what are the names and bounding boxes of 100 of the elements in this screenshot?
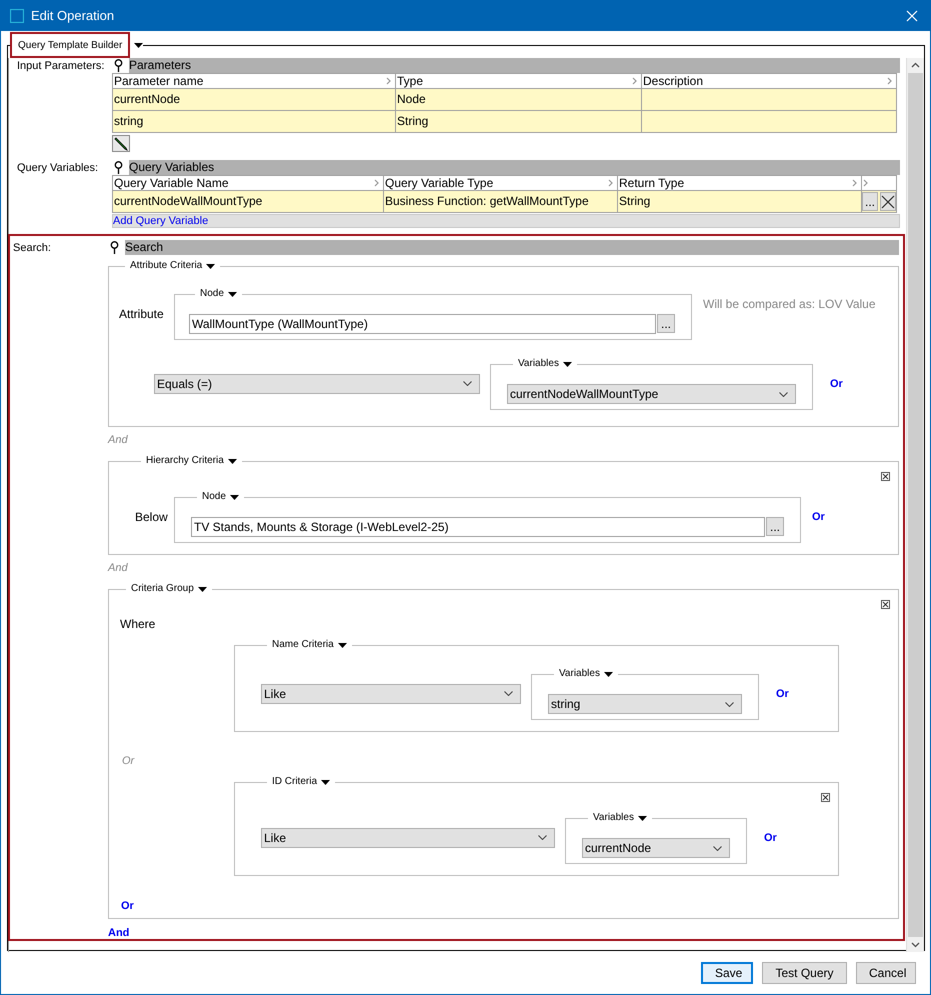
close-icon[interactable]: [881, 472, 890, 481]
column-title: Return Type: [619, 176, 684, 190]
section-label: Input Parameters:: [17, 59, 106, 74]
panel-title: Criteria Group: [131, 582, 194, 596]
caret-icon[interactable]: [562, 362, 572, 366]
panel-title: Variables: [593, 811, 634, 825]
column-header[interactable]: Description: [641, 73, 897, 89]
criteria-label: Attribute: [119, 306, 165, 320]
window-title: Edit Operation: [31, 8, 116, 23]
builder-title[interactable]: Query Template Builder: [10, 32, 130, 58]
or-separator: Or: [122, 754, 136, 768]
section-header: Parameters: [129, 58, 900, 73]
column-header[interactable]: Type: [395, 73, 641, 89]
panel-title: ID Criteria: [272, 775, 318, 789]
caret-icon[interactable]: [230, 494, 239, 500]
column-title: Parameter name: [114, 74, 204, 88]
edit-button[interactable]: [112, 135, 130, 152]
and-separator: And: [108, 433, 129, 447]
section-header: Search: [125, 240, 899, 255]
and-link[interactable]: And: [108, 927, 899, 939]
panel-title: Hierarchy Criteria: [146, 454, 224, 468]
node-field[interactable]: WallMountType (WallMountType): [189, 314, 656, 334]
browse-button[interactable]: ...: [862, 192, 878, 211]
caret-icon[interactable]: [321, 780, 330, 784]
browse-button[interactable]: ...: [657, 314, 675, 333]
table-cell: Node: [395, 89, 641, 111]
pin-icon[interactable]: [110, 241, 119, 254]
chevron-icon: [374, 179, 379, 187]
pin-icon[interactable]: [114, 59, 123, 72]
column-title: Query Variable Name: [114, 176, 228, 190]
table-cell: currentNodeWallMountType: [112, 191, 383, 213]
delete-icon: [881, 194, 895, 208]
section-label: Query Variables:: [17, 161, 100, 176]
caret-icon[interactable]: [638, 816, 647, 820]
browse-button[interactable]: ...: [766, 517, 784, 536]
panel-title: Node: [202, 490, 226, 504]
scrollbar[interactable]: [906, 58, 924, 952]
caret-icon[interactable]: [228, 292, 237, 296]
variable-dropdown[interactable]: currentNode: [582, 838, 730, 858]
variable-dropdown[interactable]: string: [548, 694, 742, 714]
chevron-down-icon: [713, 846, 722, 850]
operator-dropdown[interactable]: Like: [261, 828, 555, 848]
column-header[interactable]: Return Type: [617, 175, 861, 191]
variable-dropdown[interactable]: currentNodeWallMountType: [507, 384, 796, 404]
dialog-button[interactable]: Save: [701, 962, 753, 984]
table-cell: String: [617, 191, 861, 213]
chevron-down-icon: [779, 392, 788, 396]
or-link[interactable]: Or: [830, 378, 843, 390]
caret-icon[interactable]: [338, 642, 347, 648]
window-icon: [10, 8, 24, 22]
or-link[interactable]: Or: [776, 688, 789, 700]
chevron-icon: [386, 77, 391, 85]
panel-title: Attribute Criteria: [130, 259, 202, 273]
dialog-button[interactable]: Cancel: [856, 962, 916, 984]
column-title: Type: [397, 74, 424, 88]
column-header[interactable]: Parameter name: [112, 73, 395, 89]
table-cell: String: [395, 111, 641, 133]
add-query-variable-link[interactable]: Add Query Variable: [113, 215, 208, 227]
chevron-down-icon: [504, 691, 513, 696]
scrollbar-thumb[interactable]: [908, 73, 923, 937]
or-link[interactable]: Or: [121, 900, 898, 912]
section-label: Search:: [13, 241, 52, 256]
delete-button[interactable]: [880, 192, 896, 211]
dialog-button[interactable]: Test Query: [762, 962, 847, 984]
caret-icon[interactable]: [604, 672, 613, 676]
section-header: Query Variables: [129, 160, 900, 175]
caret-icon[interactable]: [206, 264, 216, 268]
panel-title: Variables: [559, 667, 600, 681]
caret-icon[interactable]: [198, 586, 207, 592]
panel-title: Name Criteria: [272, 638, 334, 652]
caret-icon[interactable]: [228, 458, 237, 464]
table-cell: string: [112, 111, 395, 133]
close-icon[interactable]: [821, 793, 830, 802]
node-field[interactable]: TV Stands, Mounts & Storage (I-WebLevel2-25): [191, 517, 765, 537]
column-title: Query Variable Type: [385, 176, 494, 190]
operator-dropdown[interactable]: Equals (=): [154, 374, 480, 394]
panel-title: Node: [200, 287, 224, 301]
chevron-down-icon: [463, 381, 472, 386]
column-header[interactable]: Query Variable Name: [112, 175, 383, 191]
table-cell: Business Function: getWallMountType: [383, 191, 617, 213]
panel-title: Variables: [518, 357, 559, 371]
chevron-icon: [887, 77, 892, 85]
chevron-icon: [608, 179, 613, 187]
chevron-down-icon: [538, 835, 547, 840]
pencil-icon: [114, 136, 128, 150]
close-icon[interactable]: [881, 600, 890, 609]
criteria-label: Below: [135, 510, 169, 524]
chevron-down-icon: [725, 702, 734, 706]
caret-icon[interactable]: [134, 42, 144, 48]
pin-icon[interactable]: [114, 161, 123, 174]
column-title: Description: [643, 74, 704, 88]
operator-dropdown[interactable]: Like: [261, 684, 521, 704]
criteria-label: Where: [120, 617, 156, 631]
chevron-icon: [632, 77, 637, 85]
table-cell: currentNode: [112, 89, 395, 111]
or-link[interactable]: Or: [812, 510, 825, 522]
column-header[interactable]: Query Variable Type: [383, 175, 617, 191]
and-separator: And: [108, 561, 129, 575]
comparison-note: Will be compared as: LOV Value: [703, 297, 876, 311]
or-link[interactable]: Or: [764, 832, 777, 844]
